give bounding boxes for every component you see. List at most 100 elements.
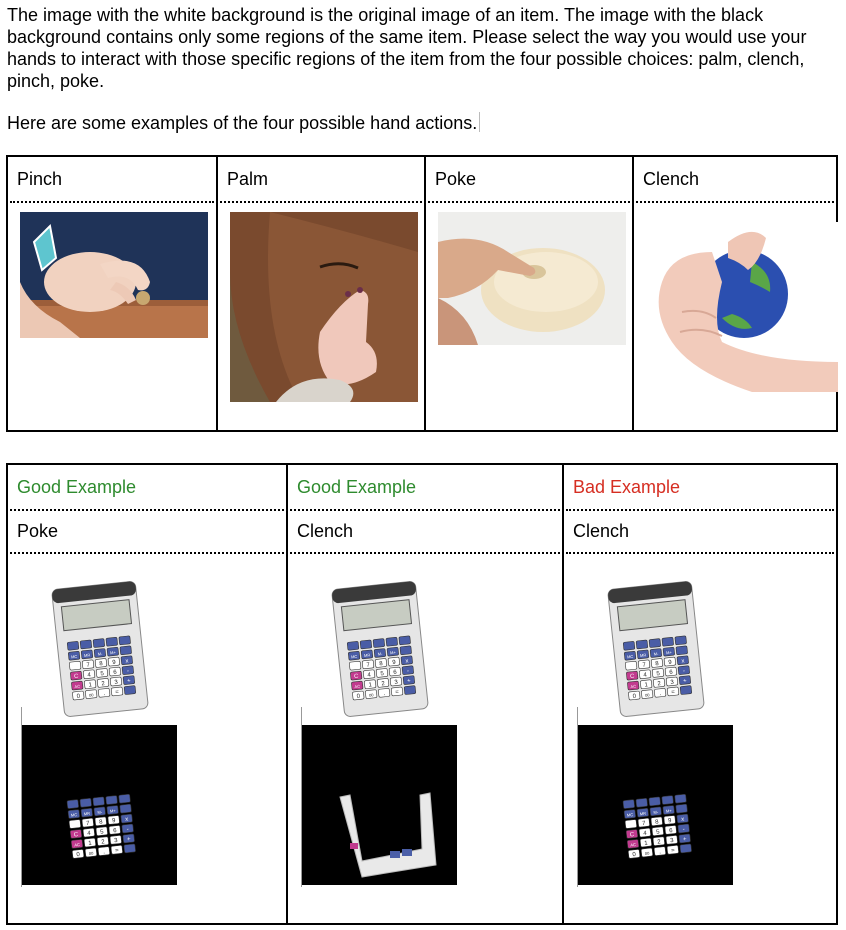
dotted-divider <box>636 201 834 203</box>
calculator-key <box>661 637 674 647</box>
calculator-original-image: MC MR M- M+ 7 8 9 x C 4 5 6- AC 1 2 3 +0 00. = <box>50 577 150 721</box>
calculator-key <box>123 843 136 854</box>
calculator-key-label: MR <box>84 811 91 817</box>
calculator-frame-region <box>339 792 437 878</box>
action-label: Poke <box>17 521 59 541</box>
calculator-key <box>624 819 637 829</box>
calculator-key-label: MC <box>627 654 634 660</box>
header-poke: Poke <box>435 169 477 189</box>
calculator-key-label: x <box>681 817 685 823</box>
palm-photo <box>230 212 418 402</box>
calculator-key <box>635 798 648 808</box>
calculator-key <box>403 685 416 695</box>
calculator-key <box>675 803 688 814</box>
dotted-divider <box>10 201 214 203</box>
pinch-photo <box>20 212 208 338</box>
dotted-divider <box>290 552 560 554</box>
calculator-key <box>79 798 92 808</box>
calculator-key <box>679 843 692 854</box>
calculator-key <box>661 795 674 805</box>
calculator-key <box>68 819 81 829</box>
calculator-illustration: MC MR M- M+7 8 9 xC 4 5 6 -AC 1 2 3 +0 00. = <box>51 581 149 717</box>
calculator-key-label: MR <box>640 652 647 658</box>
action-label: Clench <box>297 521 354 541</box>
masked-region-image: MC MR M- M+ 7 8 9 x C 4 5 6- AC 1 2 3 +0 00. = <box>22 725 177 885</box>
calculator-keys-illustration: MC MR M- M+7 8 9 xC 4 5 6 -AC 1 2 3 +0 00. = <box>622 793 692 859</box>
quality-label-good: Good Example <box>17 477 137 497</box>
masked-region-image <box>302 725 457 885</box>
instructions-paragraph: The image with the white background is t… <box>7 5 807 91</box>
calculator-key <box>674 793 687 804</box>
column-palm: Palm <box>216 157 424 430</box>
calculator-original-image: MC MR M- M+ 7 8 9 x C 4 5 6- AC 1 2 3 +0 00. = <box>606 577 706 721</box>
calculator-key <box>92 796 105 807</box>
calculator-key <box>674 635 687 646</box>
calculator-key <box>69 660 82 671</box>
calculator-original-image: MC MR M- M+ 7 8 9 x C 4 5 6- AC 1 2 3 +0 00. = <box>330 577 430 721</box>
calculator-key <box>399 645 412 656</box>
calculator-key-label: MC <box>351 654 358 660</box>
dotted-divider <box>220 201 422 203</box>
calculator-key <box>119 645 132 656</box>
calculator-illustration: MC MR M- M+7 8 9 xC 4 5 6 -AC 1 2 3 +0 00. = <box>331 581 429 717</box>
header-palm: Palm <box>227 169 269 189</box>
calculator-key <box>675 645 688 656</box>
header-clench: Clench <box>643 169 700 189</box>
calculator-key <box>105 637 118 647</box>
calculator-keys-region: MC MR M- M+ 7 8 9 x C 4 5 6- AC 1 2 3 +0 00. = <box>620 793 700 868</box>
calculator-key-label: MR <box>364 652 371 658</box>
example-column-3: Bad Example Clench MC MR M- M+ 7 8 9 x C 4 5 6- AC 1 2… <box>562 465 836 923</box>
calculator-key-label: AC <box>74 842 80 848</box>
calculator-key-label: AC <box>630 684 636 690</box>
examples-intro-text: Here are some examples of the four possi… <box>7 113 478 133</box>
examples-intro-line: Here are some examples of the four possi… <box>7 112 481 134</box>
quality-label-good: Good Example <box>297 477 417 497</box>
calculator-key <box>679 685 692 695</box>
calculator-keys-region: MC MR M- M+ 7 8 9 x C 4 5 6- AC 1 2 3 +0 00. = <box>64 793 144 868</box>
calculator-key <box>635 639 648 650</box>
calculator-key-label: MC <box>71 654 78 660</box>
example-column-1: Good Example Poke MC MR M- M+ 7 8 9 x C 4 5 6- AC 1 2 3… <box>8 465 286 923</box>
calculator-illustration: MC MR M- M+7 8 9 xC 4 5 6 -AC 1 2 3 +0 00. = <box>607 581 705 717</box>
calculator-key <box>648 638 661 648</box>
calculator-key <box>118 793 131 804</box>
dotted-divider <box>10 509 284 511</box>
calculator-key <box>346 641 360 651</box>
calculator-key-label: MR <box>640 811 647 817</box>
calculator-key-label: MC <box>627 812 634 818</box>
calculator-key <box>66 641 80 651</box>
dotted-divider <box>290 509 560 511</box>
calculator-key-label: AC <box>630 842 636 848</box>
calculator-key <box>118 635 131 646</box>
calculator-key-label: x <box>125 658 129 664</box>
column-pinch: Pinch <box>8 157 216 430</box>
action-label: Clench <box>573 521 630 541</box>
calculator-key-label: AC <box>354 684 360 690</box>
calculator-key <box>622 641 636 651</box>
calculator-key <box>119 803 132 814</box>
calculator-key-label: MC <box>71 812 78 818</box>
calculator-key-label: AC <box>74 684 80 690</box>
example-column-2: Good Example Clench MC MR M- M+ 7 8 9 x C 4 5 6- AC 1… <box>286 465 562 923</box>
calculator-key-label: x <box>681 658 685 664</box>
calculator-key <box>398 635 411 646</box>
calculator-key <box>92 638 105 648</box>
calculator-key <box>349 660 362 671</box>
examples-table: Good Example Poke MC MR M- M+ 7 8 9 x C 4 5 6- AC 1 2 3… <box>6 463 838 925</box>
text-cursor <box>479 112 481 132</box>
header-pinch: Pinch <box>17 169 63 189</box>
calculator-key <box>622 799 635 809</box>
calculator-key <box>648 796 661 807</box>
column-clench: Clench <box>632 157 838 430</box>
calculator-key <box>66 799 79 809</box>
calculator-keys-illustration: MC MR M- M+7 8 9 xC 4 5 6 -AC 1 2 3 +0 00. = <box>66 793 136 859</box>
calculator-key <box>123 685 136 695</box>
calculator-key <box>372 638 385 648</box>
column-poke: Poke <box>424 157 632 430</box>
dotted-divider <box>428 201 630 203</box>
calculator-key <box>359 639 372 650</box>
quality-label-bad: Bad Example <box>573 477 681 497</box>
calculator-key-label: x <box>125 817 129 823</box>
calculator-key <box>625 660 638 671</box>
dotted-divider <box>566 509 834 511</box>
